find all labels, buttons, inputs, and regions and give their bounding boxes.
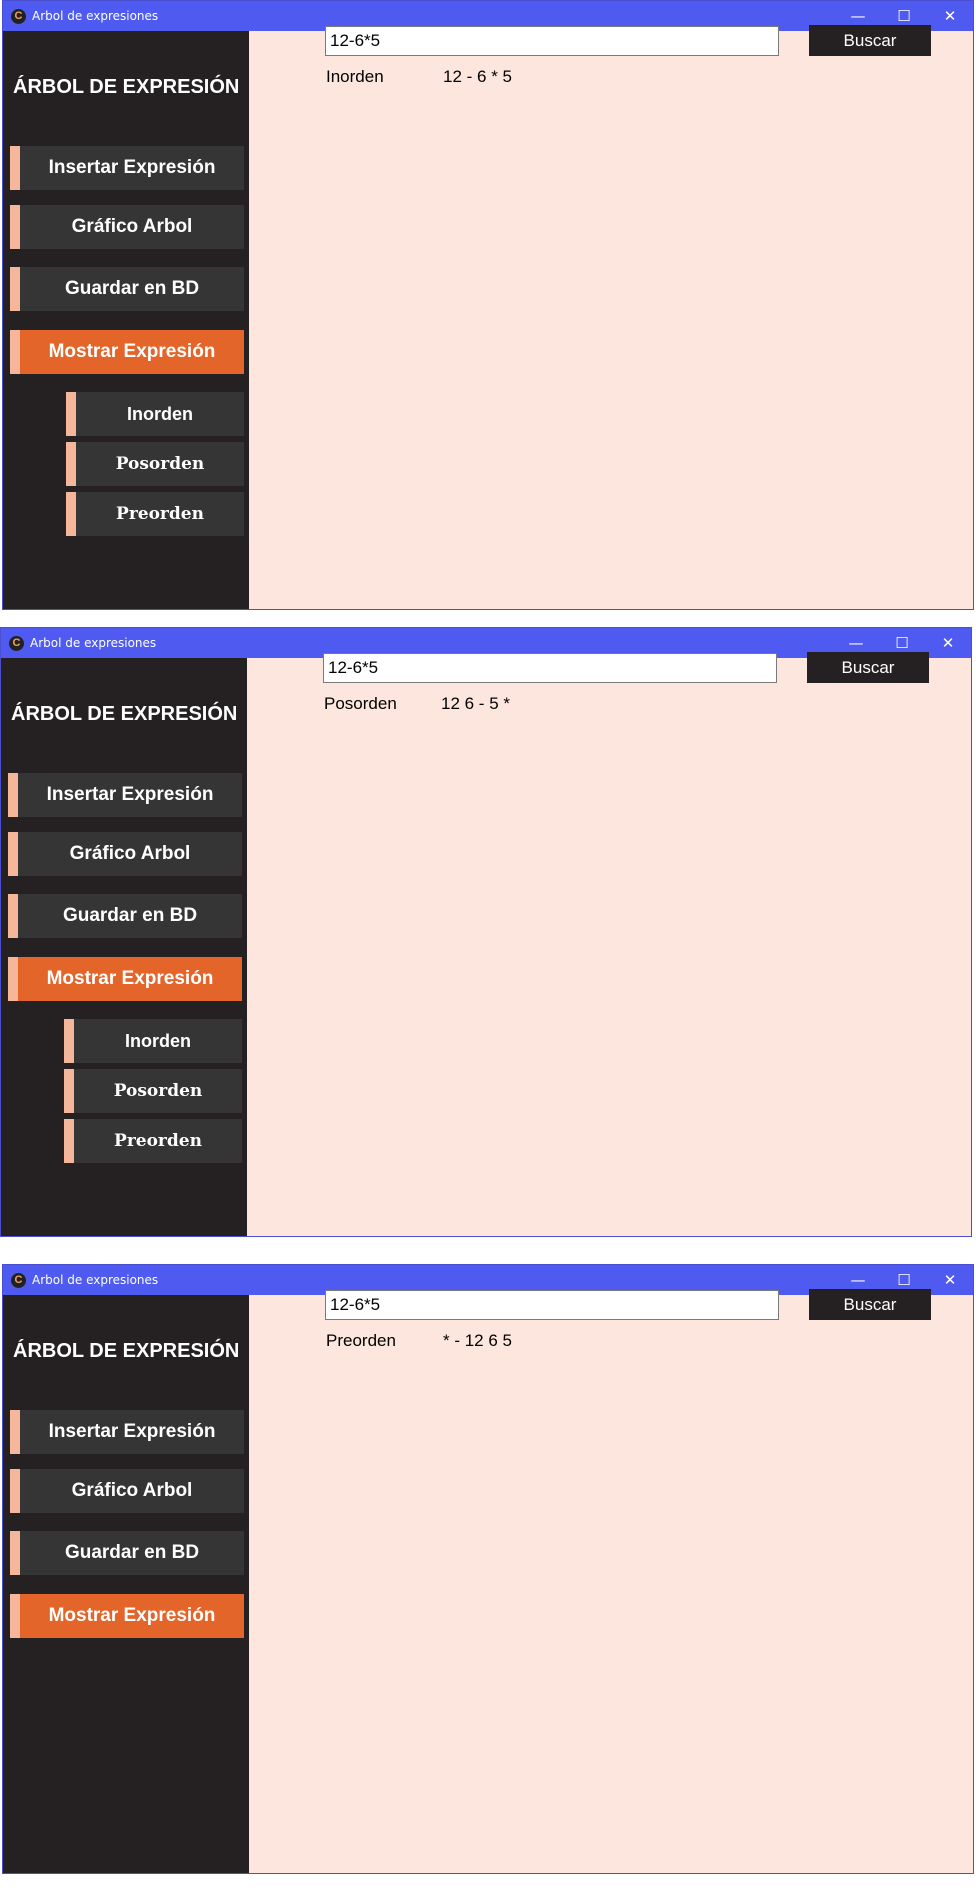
button-accent: [8, 832, 18, 876]
tree-graph-button[interactable]: Gráfico Arbol: [10, 205, 244, 249]
button-label: Mostrar Expresión: [48, 341, 216, 362]
button-accent: [66, 392, 76, 436]
app-window-preorden: C Arbol de expresiones — ☐ ✕ ÁRBOL DE EX…: [2, 1264, 974, 1874]
button-label: Mostrar Expresión: [48, 1605, 216, 1626]
save-db-button[interactable]: Guardar en BD: [8, 894, 242, 938]
button-accent: [10, 1469, 20, 1513]
app-window-posorden: C Arbol de expresiones — ☐ ✕ ÁRBOL DE EX…: [0, 627, 972, 1237]
button-label: Preorden: [114, 1131, 202, 1151]
button-accent: [64, 1069, 74, 1113]
postorder-button[interactable]: Posorden: [66, 442, 244, 486]
search-button[interactable]: Buscar: [809, 1289, 931, 1320]
result-label: Posorden: [324, 694, 397, 713]
button-label: Insertar Expresión: [48, 1421, 216, 1442]
button-label: Gráfico Arbol: [71, 216, 193, 237]
result-label: Inorden: [326, 67, 384, 86]
window-title: Arbol de expresiones: [32, 1273, 159, 1287]
button-label: Posorden: [115, 454, 205, 474]
inorder-button[interactable]: Inorden: [66, 392, 244, 436]
show-expression-button[interactable]: Mostrar Expresión: [10, 330, 244, 374]
button-label: Gráfico Arbol: [71, 1480, 193, 1501]
button-label: Insertar Expresión: [48, 157, 216, 178]
button-label: Inorden: [125, 1031, 191, 1051]
preorder-button[interactable]: Preorden: [66, 492, 244, 536]
result-value: 12 - 6 * 5: [443, 67, 512, 86]
button-accent: [10, 1531, 20, 1575]
button-accent: [10, 330, 20, 374]
postorder-button[interactable]: Posorden: [64, 1069, 242, 1113]
button-label: Inorden: [127, 404, 193, 424]
button-accent: [10, 146, 20, 190]
save-db-button[interactable]: Guardar en BD: [10, 267, 244, 311]
expression-input[interactable]: [325, 1290, 779, 1320]
expression-input[interactable]: [325, 26, 779, 56]
sidebar: ÁRBOL DE EXPRESIÓN Insertar Expresión Gr…: [3, 1295, 249, 1873]
button-accent: [10, 267, 20, 311]
insert-expression-button[interactable]: Insertar Expresión: [10, 146, 244, 190]
close-icon[interactable]: ✕: [927, 1265, 973, 1295]
show-expression-button[interactable]: Mostrar Expresión: [10, 1594, 244, 1638]
insert-expression-button[interactable]: Insertar Expresión: [10, 1410, 244, 1454]
sidebar: ÁRBOL DE EXPRESIÓN Insertar Expresión Gr…: [3, 31, 249, 609]
expression-input[interactable]: [323, 653, 777, 683]
app-heading: ÁRBOL DE EXPRESIÓN: [13, 76, 240, 98]
button-label: Preorden: [116, 504, 204, 524]
button-accent: [66, 492, 76, 536]
button-accent: [8, 894, 18, 938]
app-icon: C: [11, 1273, 26, 1288]
result-label: Preorden: [326, 1331, 396, 1350]
button-label: Guardar en BD: [64, 1542, 200, 1563]
window-title: Arbol de expresiones: [30, 636, 157, 650]
button-label: Insertar Expresión: [46, 784, 214, 805]
button-accent: [8, 957, 18, 1001]
app-heading: ÁRBOL DE EXPRESIÓN: [11, 703, 238, 725]
app-window-inorden: C Arbol de expresiones — ☐ ✕ ÁRBOL DE EX…: [2, 0, 974, 610]
close-icon[interactable]: ✕: [925, 628, 971, 658]
insert-expression-button[interactable]: Insertar Expresión: [8, 773, 242, 817]
button-accent: [10, 1410, 20, 1454]
inorder-button[interactable]: Inorden: [64, 1019, 242, 1063]
search-button[interactable]: Buscar: [807, 652, 929, 683]
tree-graph-button[interactable]: Gráfico Arbol: [8, 832, 242, 876]
result-value: * - 12 6 5: [443, 1331, 512, 1350]
button-accent: [8, 773, 18, 817]
button-accent: [10, 1594, 20, 1638]
button-accent: [64, 1019, 74, 1063]
show-expression-button[interactable]: Mostrar Expresión: [8, 957, 242, 1001]
button-accent: [10, 205, 20, 249]
button-label: Posorden: [113, 1081, 203, 1101]
button-label: Guardar en BD: [62, 905, 198, 926]
preorder-button[interactable]: Preorden: [64, 1119, 242, 1163]
app-icon: C: [11, 9, 26, 24]
result-value: 12 6 - 5 *: [441, 694, 510, 713]
button-label: Mostrar Expresión: [46, 968, 214, 989]
save-db-button[interactable]: Guardar en BD: [10, 1531, 244, 1575]
search-button[interactable]: Buscar: [809, 25, 931, 56]
button-accent: [64, 1119, 74, 1163]
button-accent: [66, 442, 76, 486]
close-icon[interactable]: ✕: [927, 1, 973, 31]
app-icon: C: [9, 636, 24, 651]
button-label: Guardar en BD: [64, 278, 200, 299]
window-title: Arbol de expresiones: [32, 9, 159, 23]
tree-graph-button[interactable]: Gráfico Arbol: [10, 1469, 244, 1513]
sidebar: ÁRBOL DE EXPRESIÓN Insertar Expresión Gr…: [1, 658, 247, 1236]
button-label: Gráfico Arbol: [69, 843, 191, 864]
app-heading: ÁRBOL DE EXPRESIÓN: [13, 1340, 240, 1362]
